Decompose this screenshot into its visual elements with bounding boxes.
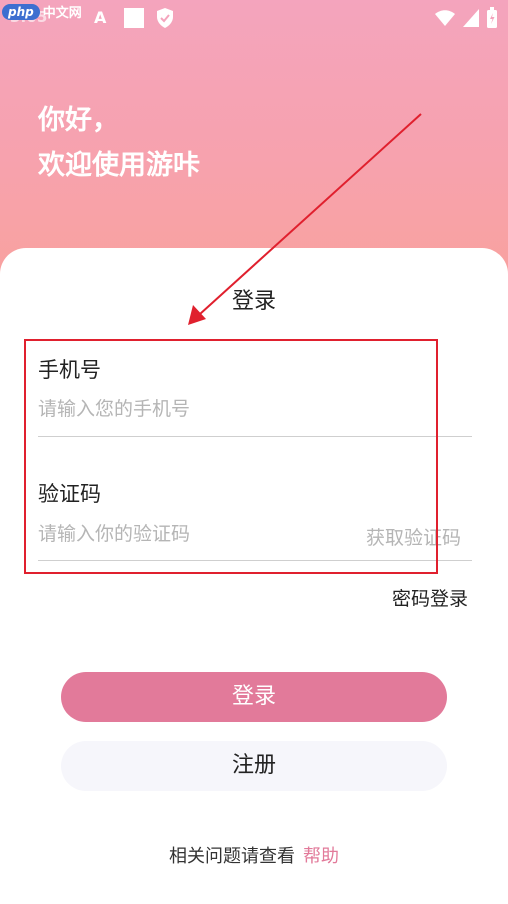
help-link[interactable]: 帮助: [303, 846, 339, 867]
help-text: 相关问题请查看: [169, 846, 295, 867]
watermark-logo: php: [2, 3, 40, 20]
watermark-text: 中文网: [42, 6, 82, 21]
annotation-highlight-box: [24, 339, 438, 574]
greeting-line-2: 欢迎使用游咔: [38, 150, 200, 181]
register-button[interactable]: 注册: [61, 741, 447, 791]
battery-icon: [487, 7, 497, 28]
help-row: 相关问题请查看 帮助: [0, 842, 508, 868]
watermark: php 中文网: [2, 2, 82, 21]
greeting-line-1: 你好，: [38, 105, 119, 136]
a-icon: A: [94, 8, 107, 27]
login-button[interactable]: 登录: [61, 672, 447, 722]
signal-icon: [463, 9, 479, 27]
password-login-link[interactable]: 密码登录: [392, 584, 468, 611]
status-bar: 3:05 php 中文网 A: [0, 0, 508, 36]
greeting: 你好， 欢迎使用游咔: [38, 98, 200, 188]
login-title: 登录: [231, 289, 276, 314]
shield-check-icon: [157, 8, 173, 28]
white-square-icon: [124, 8, 144, 28]
wifi-icon: [435, 10, 455, 26]
